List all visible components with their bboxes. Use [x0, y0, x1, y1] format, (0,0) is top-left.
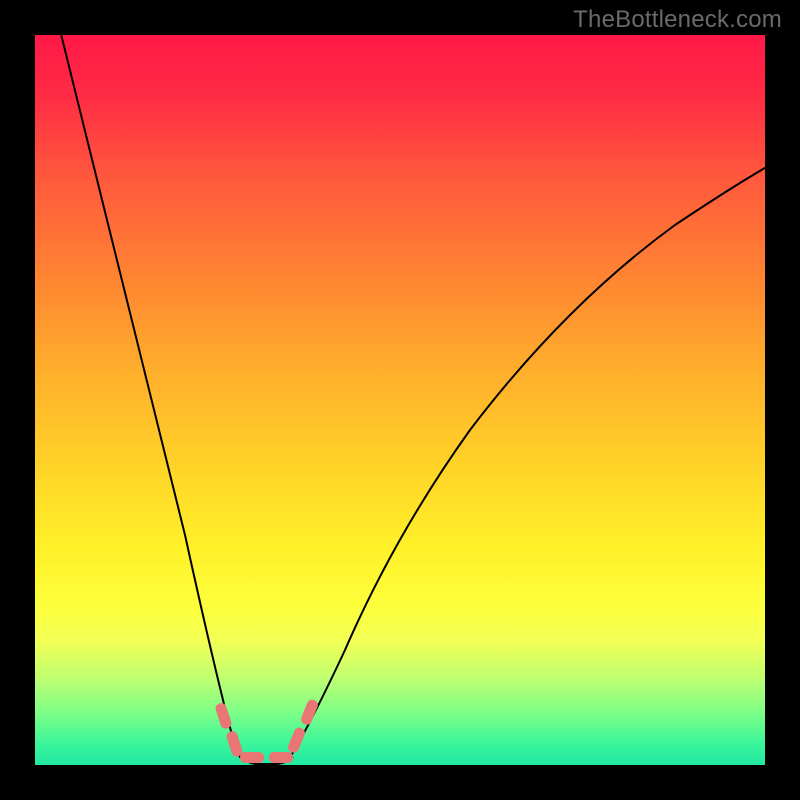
marker-dot — [240, 752, 264, 763]
curve-right — [289, 165, 765, 759]
watermark-text: TheBottleneck.com — [573, 6, 782, 34]
marker-dot — [214, 702, 232, 730]
curve-left — [60, 35, 245, 762]
marker-dot — [225, 730, 243, 758]
bottleneck-chart — [35, 35, 765, 765]
chart-frame — [35, 35, 765, 765]
marker-dot — [286, 726, 306, 754]
marker-dot — [269, 752, 293, 763]
marker-dot — [299, 698, 319, 726]
